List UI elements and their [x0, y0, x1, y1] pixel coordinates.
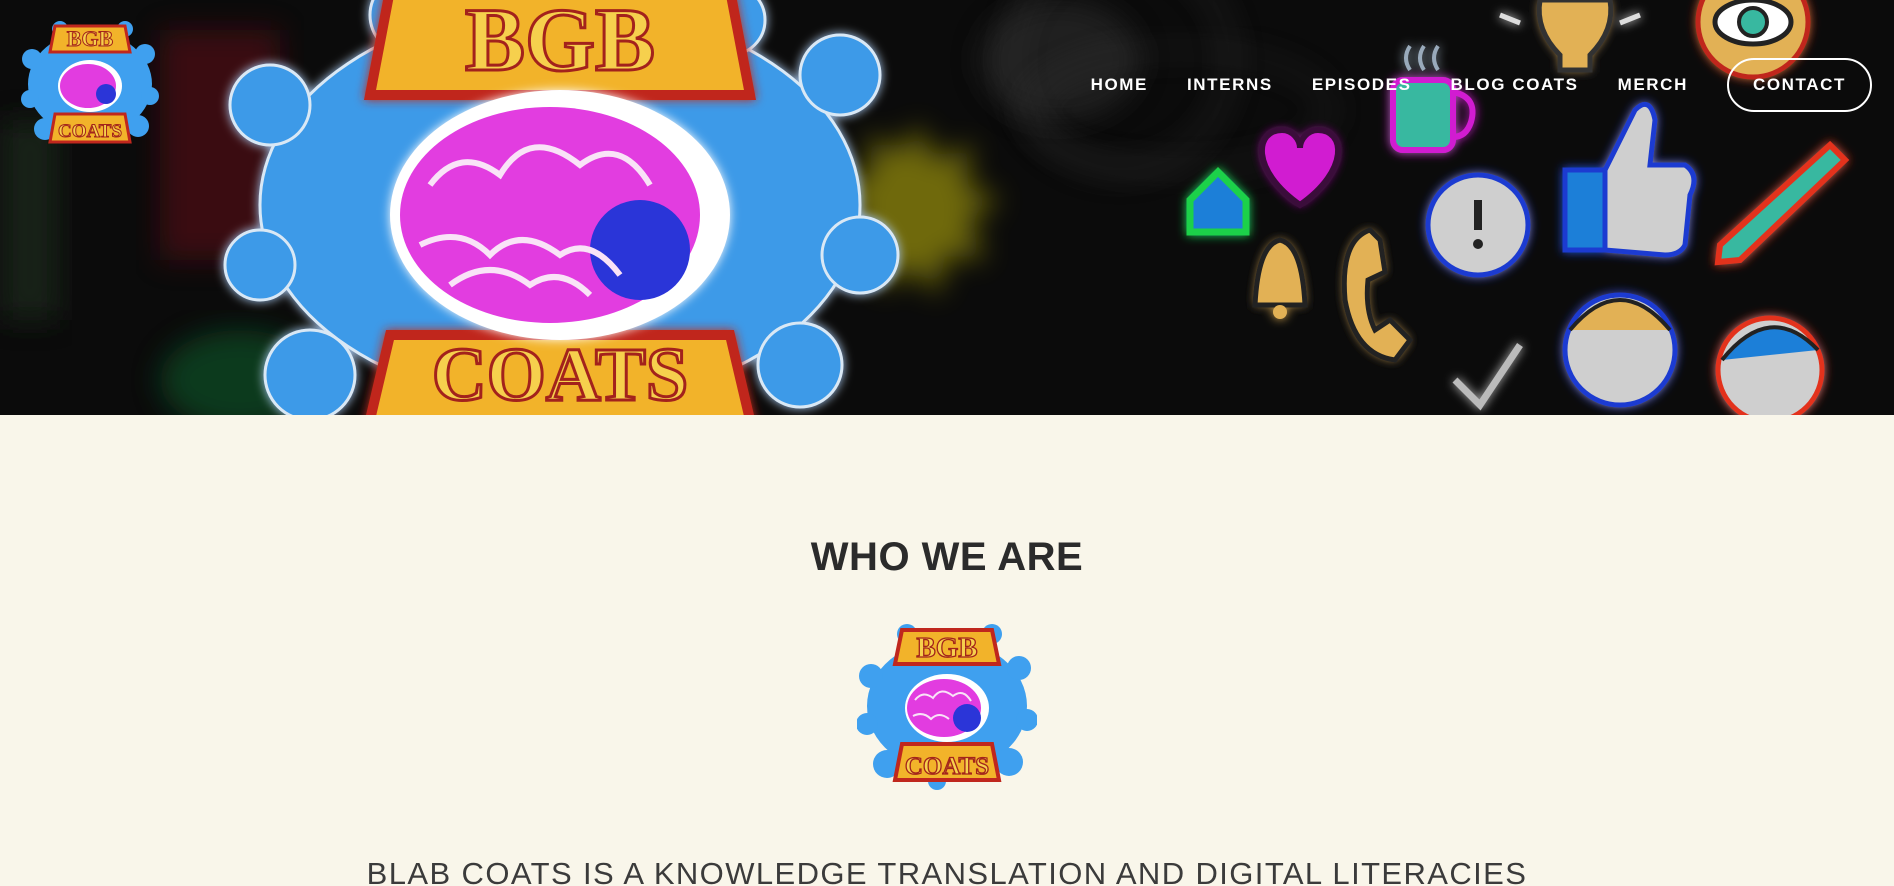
nav-episodes[interactable]: EPISODES [1312, 75, 1412, 95]
svg-text:BGB: BGB [465, 0, 655, 90]
main-nav: HOME INTERNS EPISODES BLOG COATS MERCH C… [1091, 58, 1872, 112]
site-logo[interactable]: BGB COATS [20, 18, 160, 150]
svg-text:BGB: BGB [916, 632, 977, 664]
intro-text: BLAB COATS IS A KNOWLEDGE TRANSLATION AN… [366, 856, 1528, 886]
svg-text:COATS: COATS [58, 121, 122, 142]
center-logo: BGB COATS [857, 624, 1037, 790]
hero-banner: BGB COATS BGB COATS HOME INTERNS EPISODE… [0, 0, 1894, 415]
nav-interns[interactable]: INTERNS [1187, 75, 1273, 95]
svg-text:COATS: COATS [905, 753, 989, 780]
contact-button[interactable]: CONTACT [1726, 58, 1872, 112]
section-title: WHO WE ARE [810, 535, 1084, 579]
nav-blog-coats[interactable]: BLOG COATS [1451, 75, 1579, 95]
nav-merch[interactable]: MERCH [1618, 75, 1688, 95]
nav-home[interactable]: HOME [1091, 75, 1148, 95]
who-we-are-section: WHO WE ARE BGB COATS BLAB COATS IS A KNO… [0, 415, 1894, 886]
speech-bubble-icon [1425, 172, 1531, 278]
svg-text:COATS: COATS [432, 333, 688, 415]
svg-text:BGB: BGB [67, 26, 114, 51]
